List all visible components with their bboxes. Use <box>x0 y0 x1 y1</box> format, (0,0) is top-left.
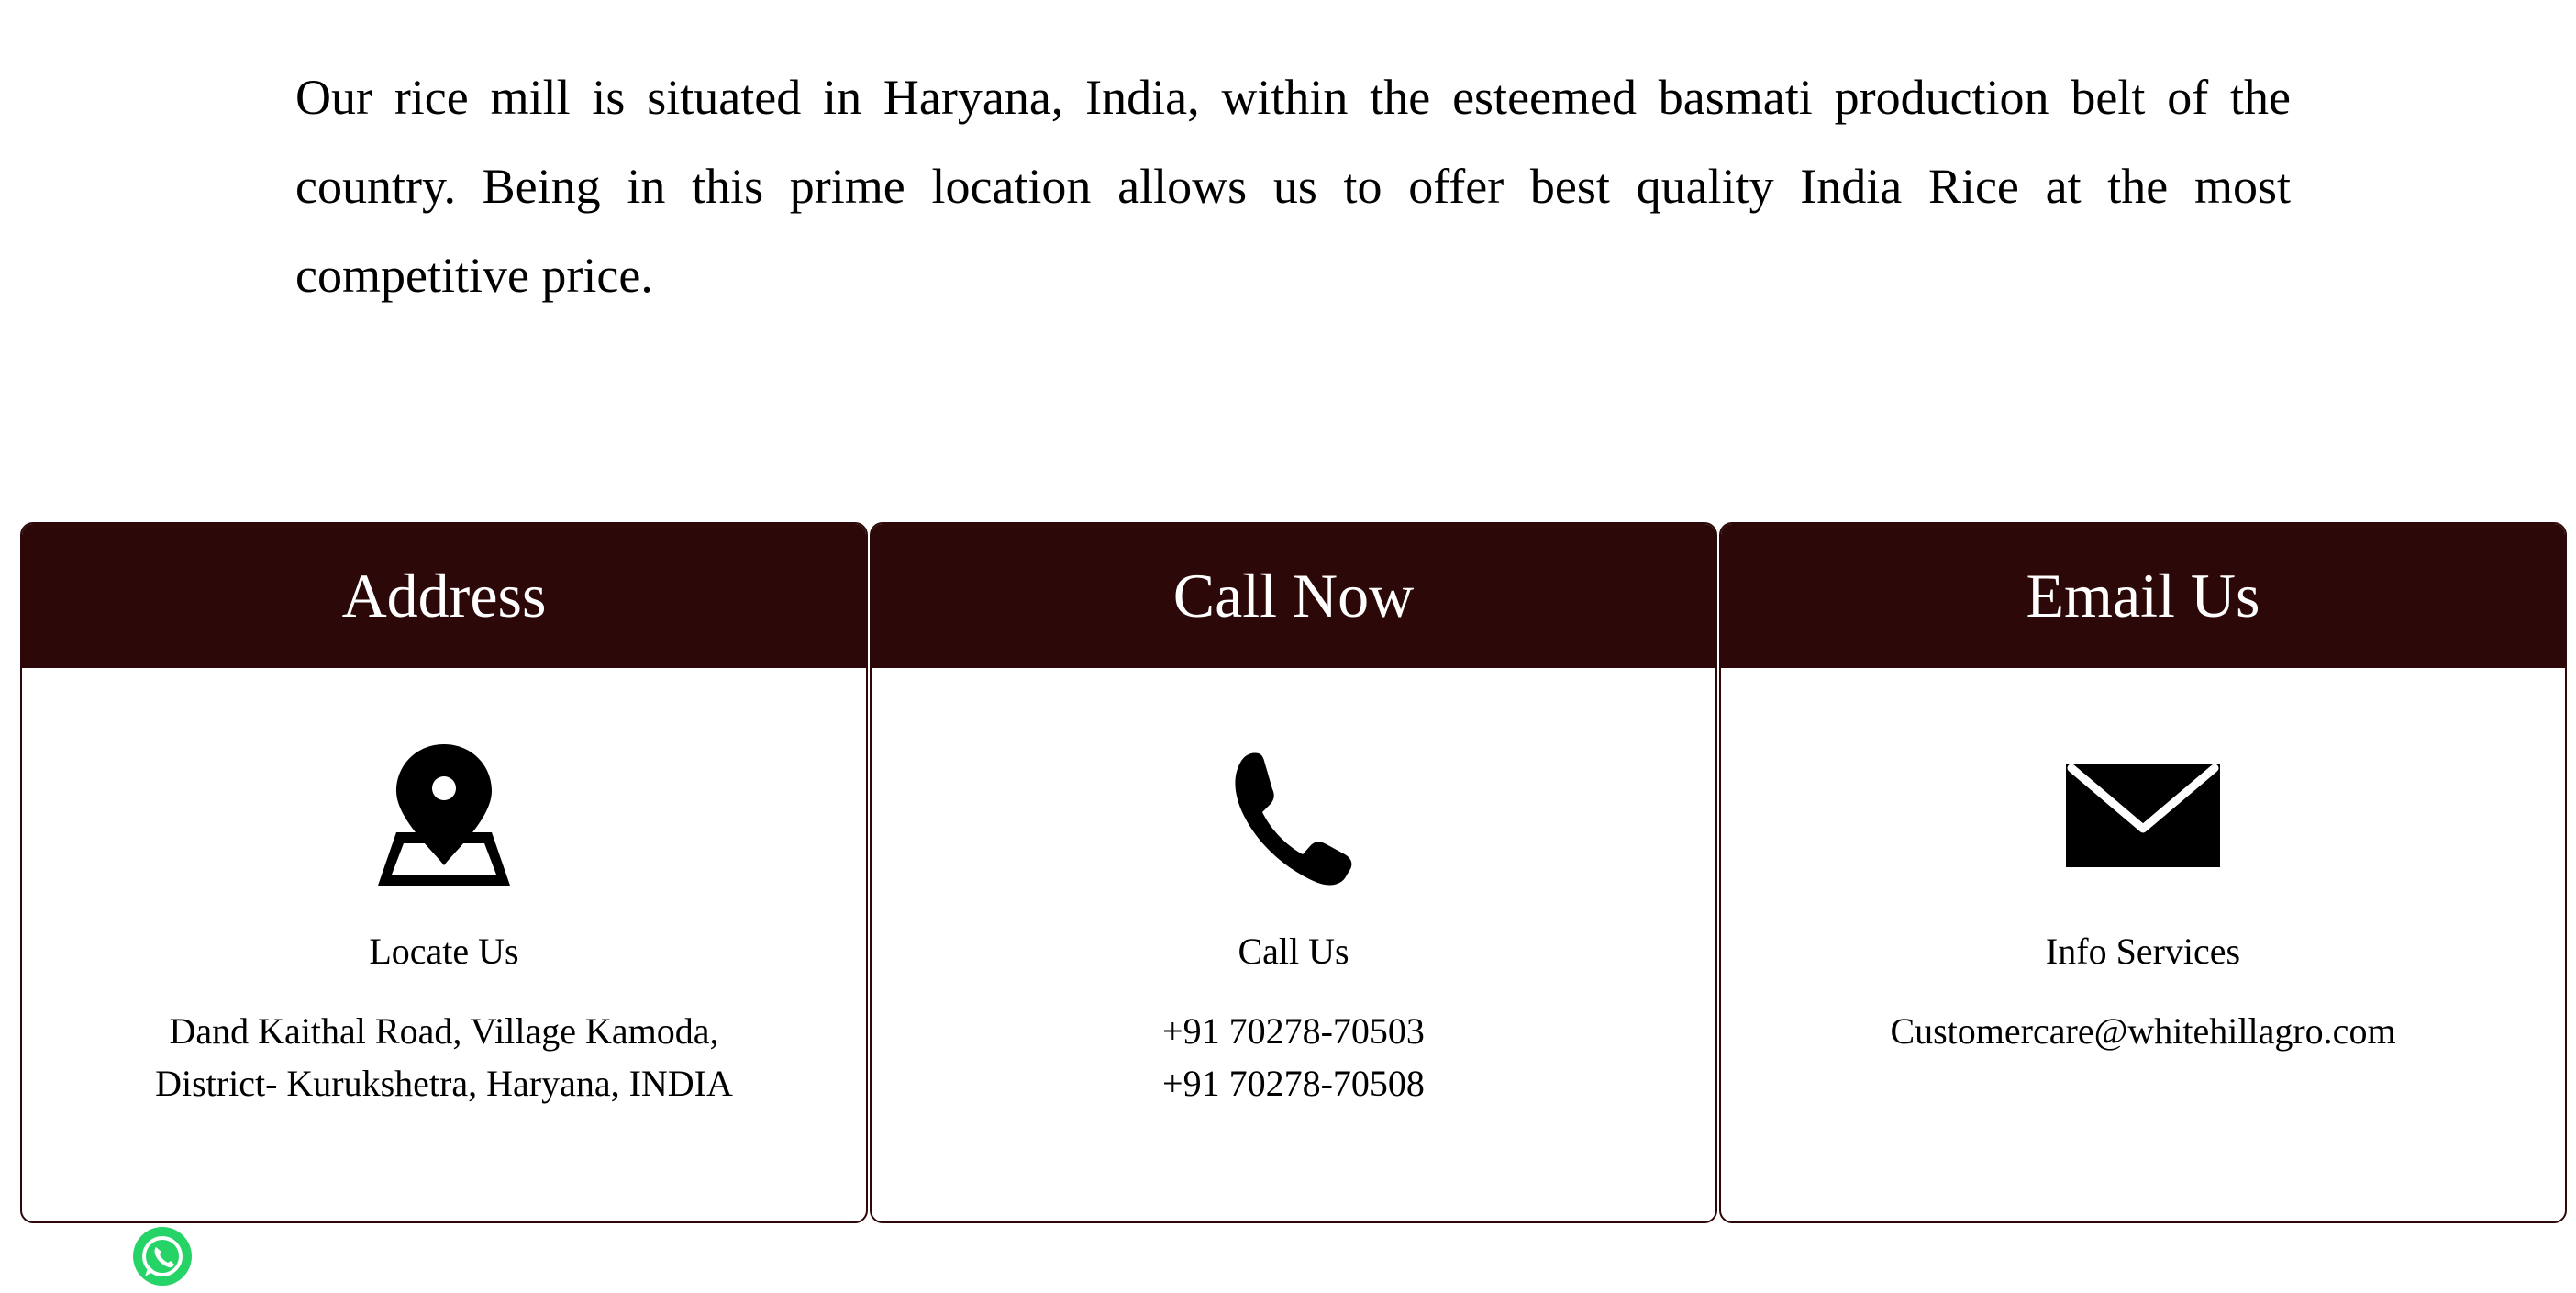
address-card: Address Locate Us Dand Kaithal Road, Vil… <box>20 522 868 1223</box>
whatsapp-icon <box>133 1227 192 1286</box>
phone-icon <box>1211 741 1376 893</box>
intro-paragraph: Our rice mill is situated in Haryana, In… <box>295 70 2291 303</box>
phone-number-link[interactable]: +91 70278-70508 <box>872 1057 1715 1109</box>
call-card: Call Now Call Us +91 70278-70503 +91 702… <box>870 522 1717 1223</box>
address-line: Dand Kaithal Road, Village Kamoda, <box>169 1010 719 1052</box>
address-card-label: Locate Us <box>369 931 519 972</box>
email-card: Email Us Info Services Customercare@whit… <box>1719 522 2567 1223</box>
contact-cards: Address Locate Us Dand Kaithal Road, Vil… <box>20 522 2567 1223</box>
email-lines: Customercare@whitehillagro.com <box>1721 1005 2565 1057</box>
address-lines: Dand Kaithal Road, Village Kamoda, Distr… <box>22 1005 866 1109</box>
map-pin-icon <box>361 741 527 893</box>
email-card-label: Info Services <box>2045 931 2241 972</box>
envelope-icon <box>2060 741 2226 893</box>
address-line: District- Kurukshetra, Haryana, INDIA <box>155 1063 733 1104</box>
call-card-label: Call Us <box>1238 931 1349 972</box>
whatsapp-button[interactable] <box>130 1225 194 1289</box>
email-card-title: Email Us <box>1721 524 2565 668</box>
phone-number-link[interactable]: +91 70278-70503 <box>872 1005 1715 1057</box>
address-card-title: Address <box>22 524 866 668</box>
email-link[interactable]: Customercare@whitehillagro.com <box>1721 1005 2565 1057</box>
phone-lines: +91 70278-70503 +91 70278-70508 <box>872 1005 1715 1109</box>
call-card-title: Call Now <box>872 524 1715 668</box>
